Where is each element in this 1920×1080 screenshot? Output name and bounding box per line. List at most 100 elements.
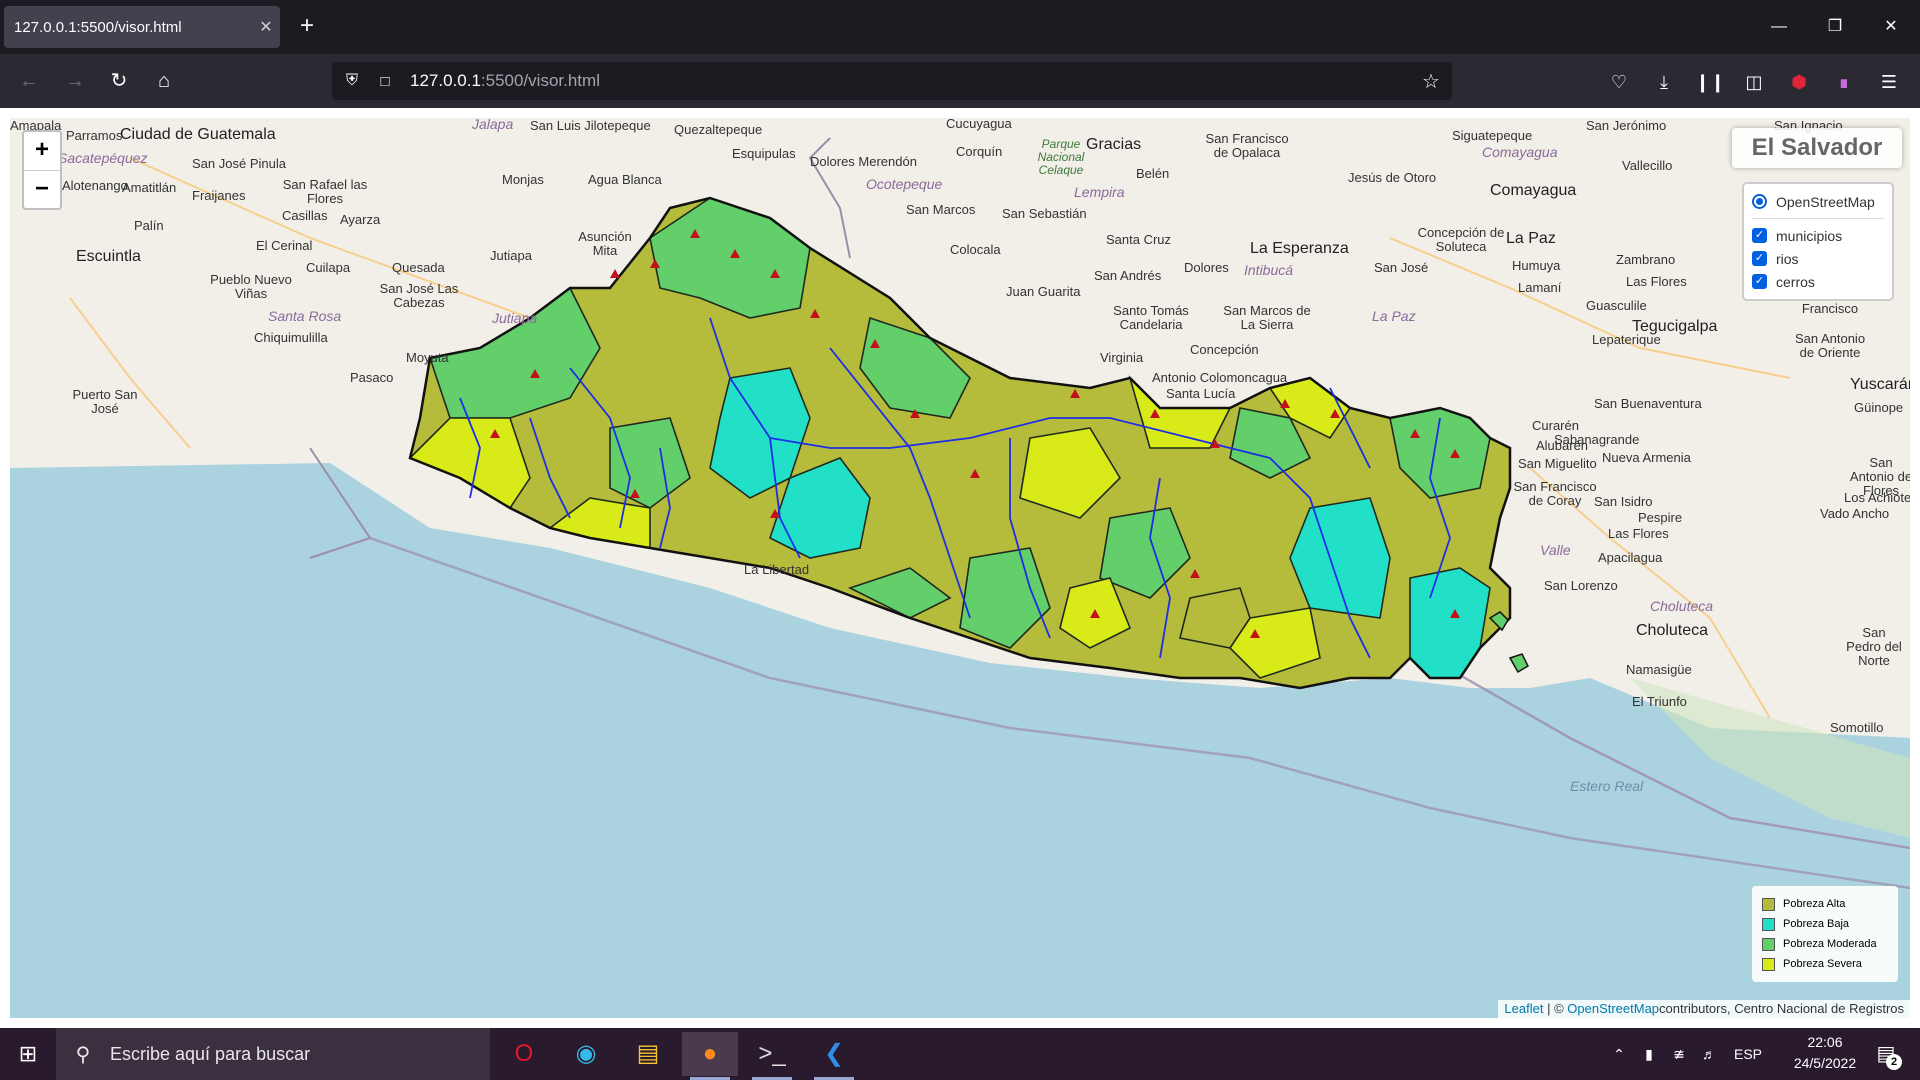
opera-icon[interactable]: O	[496, 1032, 552, 1076]
sidebar-icon[interactable]: ◫	[1740, 68, 1768, 96]
map-label: Apacilagua	[1598, 550, 1663, 565]
library-icon[interactable]: ❙❙	[1695, 68, 1725, 96]
shield-icon[interactable]: ⛨	[332, 72, 372, 90]
reload-icon[interactable]: ↻	[104, 66, 134, 96]
map-label: Monjas	[502, 172, 544, 187]
close-icon[interactable]: ✕	[252, 17, 280, 37]
legend-swatch	[1762, 957, 1775, 971]
legend-label: Pobreza Severa	[1783, 958, 1862, 970]
ublock-icon[interactable]: ⬢	[1785, 68, 1813, 96]
legend-swatch	[1762, 897, 1775, 911]
base-layer-openstreetmap[interactable]: OpenStreetMap	[1752, 190, 1884, 213]
overlay-municipios[interactable]: ✓ municipios	[1752, 224, 1884, 247]
map-label: San Lorenzo	[1544, 578, 1618, 593]
extension-icon[interactable]: ∎	[1830, 68, 1858, 96]
legend-item: Pobreza Moderada	[1762, 934, 1888, 954]
leaflet-link[interactable]: Leaflet	[1504, 1001, 1543, 1016]
legend-item: Pobreza Baja	[1762, 914, 1888, 934]
map-label: Santa Cruz	[1106, 232, 1172, 247]
map-label: Jesús de Otoro	[1348, 170, 1437, 185]
map-label: Agua Blanca	[588, 172, 662, 187]
attribution-rest: contributors, Centro Nacional de Registr…	[1659, 1001, 1904, 1016]
overlay-label: cerros	[1776, 273, 1815, 290]
map-label: Valle	[1540, 542, 1571, 558]
cerro[interactable]	[610, 269, 620, 278]
volume-icon[interactable]: ♬	[1694, 1028, 1724, 1080]
map-label: San Marcos	[906, 202, 976, 217]
overlay-rios[interactable]: ✓ rios	[1752, 247, 1884, 270]
checkbox-checked-icon[interactable]: ✓	[1752, 251, 1767, 266]
leaflet-map[interactable]: Ciudad de Guatemala Sacatepéquez Parramo…	[10, 118, 1910, 1018]
battery-icon[interactable]: ▮	[1634, 1028, 1664, 1080]
clock-date: 24/5/2022	[1793, 1055, 1857, 1071]
url-bar[interactable]: ⛨ □ 127.0.0.1:5500/visor.html ☆	[332, 62, 1452, 100]
terminal-icon[interactable]: >_	[744, 1032, 800, 1080]
home-icon[interactable]: ⌂	[149, 66, 179, 96]
map-label: San Rafael las Flores	[282, 177, 368, 206]
legend-label: Pobreza Moderada	[1783, 938, 1877, 950]
map-label: Gracias	[1086, 136, 1142, 153]
minimize-button[interactable]: —	[1756, 10, 1802, 44]
map-label: Namasigüe	[1626, 662, 1692, 677]
municipio[interactable]	[1409, 567, 1491, 679]
file-explorer-icon[interactable]: ▤	[620, 1032, 676, 1076]
island[interactable]	[1508, 653, 1529, 674]
windows-start-icon[interactable]: ⊞	[0, 1028, 56, 1080]
map-label: Juan Guarita	[1006, 284, 1081, 299]
vscode-icon[interactable]: ❮	[806, 1032, 862, 1080]
map-label: San José Pinula	[192, 156, 286, 171]
back-arrow-icon[interactable]: ←	[14, 66, 44, 96]
forward-arrow-icon[interactable]: →	[60, 66, 90, 96]
chevron-up-icon[interactable]: ⌃	[1604, 1028, 1634, 1080]
map-label: Guasculile	[1586, 298, 1647, 313]
map-label: Siguatepeque	[1452, 128, 1533, 143]
map-label: Puerto San José	[72, 387, 138, 416]
map-label: Curarén	[1532, 418, 1579, 433]
map-label: Palín	[134, 218, 164, 233]
download-icon[interactable]: ⤓	[1650, 68, 1678, 96]
taskbar-clock[interactable]: 22:06 24/5/2022	[1780, 1032, 1870, 1074]
osm-link[interactable]: OpenStreetMap	[1567, 1001, 1659, 1016]
taskbar-search[interactable]: ⚲ Escribe aquí para buscar	[56, 1028, 490, 1080]
map-label: La Libertad	[744, 562, 810, 577]
url-text[interactable]: 127.0.0.1:5500/visor.html	[398, 71, 1410, 91]
language-indicator[interactable]: ESP	[1728, 1028, 1768, 1080]
map-label: Jutiapa	[492, 310, 538, 326]
notification-icon[interactable]: ▤ 2	[1866, 1036, 1906, 1072]
page-icon[interactable]: □	[372, 73, 398, 90]
map-label: Colocala	[950, 242, 1001, 257]
zoom-in-button[interactable]: +	[24, 132, 60, 170]
radio-selected-icon[interactable]	[1752, 194, 1767, 209]
map-label: Nueva Armenia	[1602, 450, 1691, 465]
menu-icon[interactable]: ☰	[1875, 68, 1903, 96]
firefox-icon[interactable]: ●	[682, 1032, 738, 1080]
layers-separator	[1752, 218, 1884, 219]
bookmark-star-icon[interactable]: ☆	[1410, 69, 1452, 94]
map-label: Escuintla	[76, 248, 141, 265]
page-viewport: Ciudad de Guatemala Sacatepéquez Parramo…	[0, 108, 1920, 1028]
map-label: El Triunfo	[1632, 694, 1687, 709]
pocket-icon[interactable]: ♡	[1605, 68, 1633, 96]
url-path: :5500/visor.html	[480, 71, 600, 90]
map-label: Estero Real	[1570, 778, 1644, 794]
edge-icon[interactable]: ◉	[558, 1032, 614, 1076]
map-label: Dolores	[1184, 260, 1229, 275]
zoom-out-button[interactable]: −	[24, 170, 60, 208]
wifi-icon[interactable]: ≇	[1664, 1028, 1694, 1080]
map-label: Dolores Merendón	[810, 154, 917, 169]
overlay-label: municipios	[1776, 227, 1843, 244]
window-close-button[interactable]: ✕	[1868, 10, 1914, 44]
browser-tab[interactable]: 127.0.0.1:5500/visor.html ✕	[4, 6, 280, 48]
map-label: Humuya	[1512, 258, 1561, 273]
checkbox-checked-icon[interactable]: ✓	[1752, 274, 1767, 289]
map-label: Lempira	[1074, 184, 1125, 200]
map-title: El Salvador	[1732, 128, 1902, 168]
map-label: Pueblo Nuevo Viñas	[210, 272, 292, 301]
layers-control: OpenStreetMap ✓ municipios ✓ rios ✓ cerr…	[1742, 182, 1894, 301]
map-label: Choluteca	[1650, 598, 1714, 614]
map-label: San José Las Cabezas	[379, 281, 459, 310]
new-tab-button[interactable]: +	[292, 12, 322, 42]
checkbox-checked-icon[interactable]: ✓	[1752, 228, 1767, 243]
restore-button[interactable]: ❐	[1812, 10, 1858, 44]
overlay-cerros[interactable]: ✓ cerros	[1752, 270, 1884, 293]
